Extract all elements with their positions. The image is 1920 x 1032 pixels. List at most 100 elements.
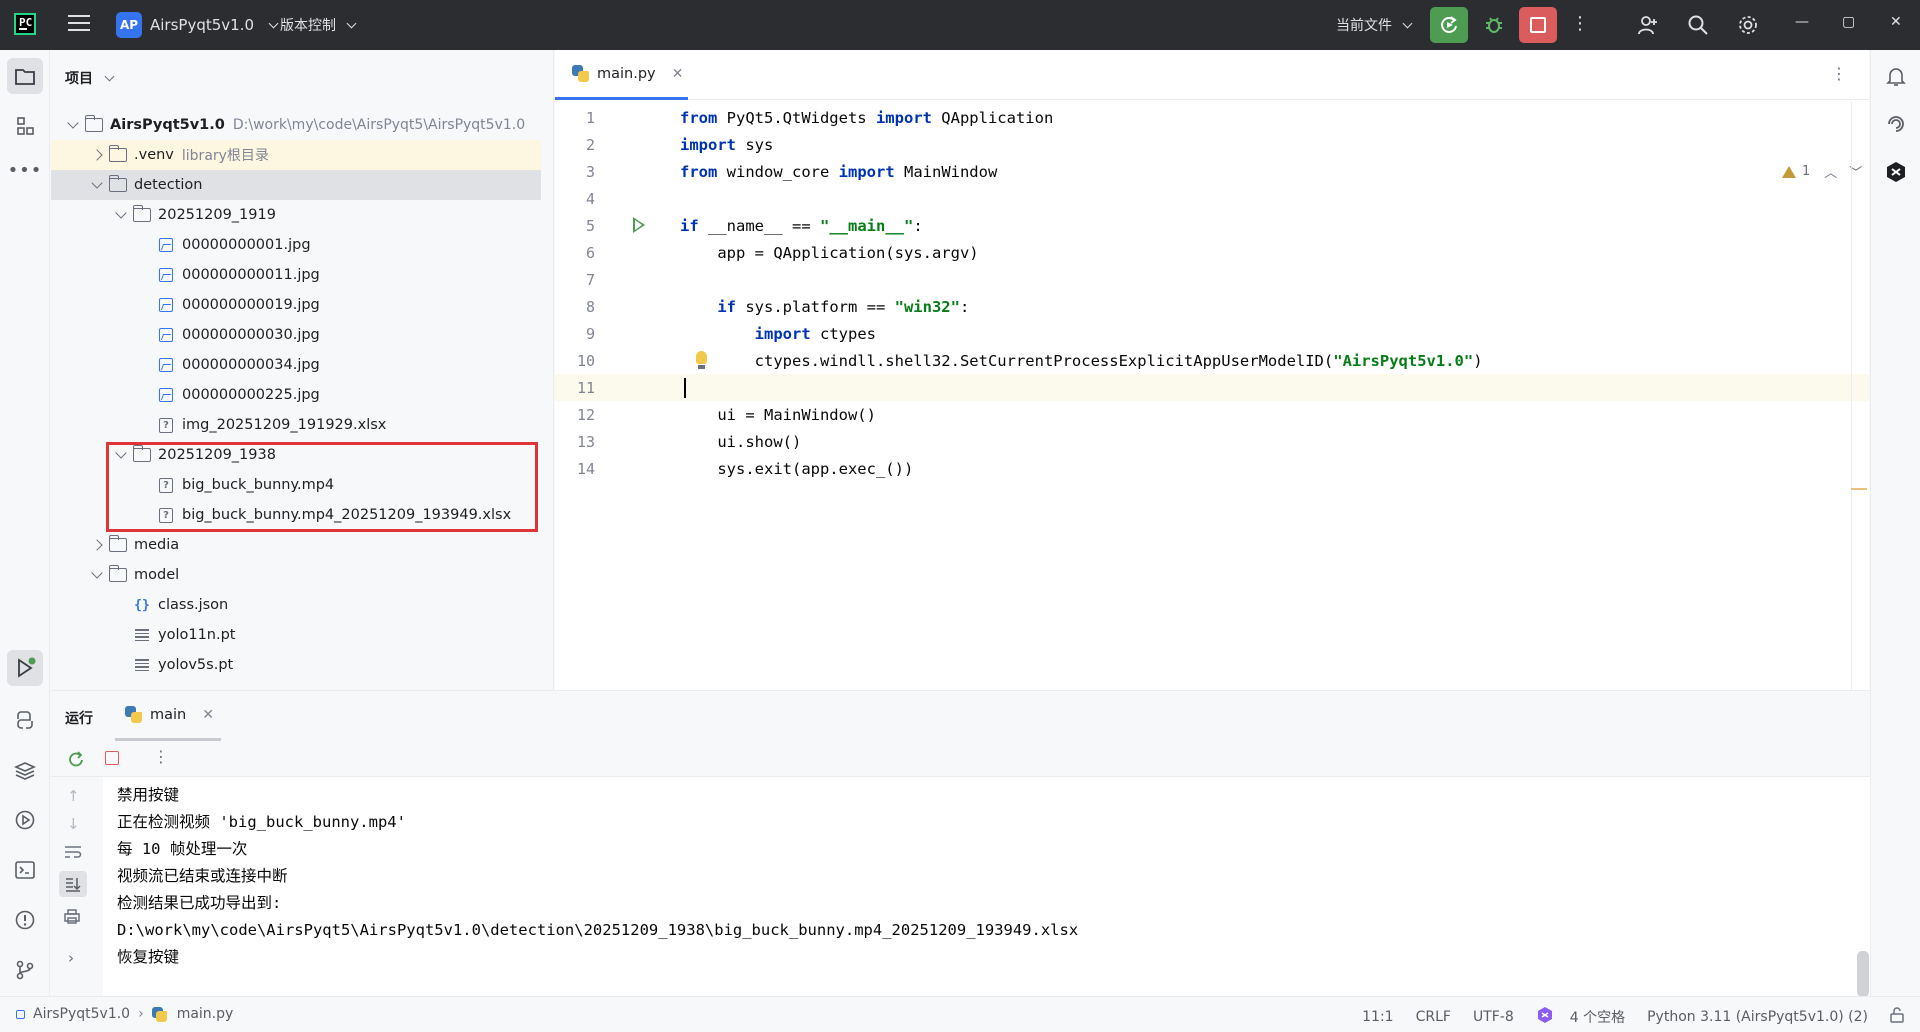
file-encoding[interactable]: UTF-8 xyxy=(1473,1009,1514,1025)
settings-gear-icon[interactable] xyxy=(1734,11,1762,39)
stop-icon[interactable] xyxy=(105,751,119,765)
tree-row-file[interactable]: ? img_20251209_191929.xlsx xyxy=(51,410,541,440)
maximize-window-button[interactable]: ▢ xyxy=(1842,14,1855,30)
code-line: 13 ui.show() xyxy=(555,428,1869,455)
more-actions-icon[interactable]: ⋮ xyxy=(1571,13,1589,34)
soft-wrap-icon[interactable] xyxy=(63,843,83,865)
tree-row-file[interactable]: 000000000034.jpg xyxy=(51,350,541,380)
tree-item-label: yolo11n.pt xyxy=(158,627,236,643)
python-console-icon[interactable] xyxy=(7,702,43,738)
editor-more-icon[interactable]: ⋮ xyxy=(1831,64,1847,83)
breadcrumb-project[interactable]: AirsPyqt5v1.0 xyxy=(33,1006,130,1022)
line-number: 11 xyxy=(576,378,595,397)
arrow-down-icon[interactable]: ↓ xyxy=(67,815,80,833)
left-tool-strip: ••• xyxy=(0,50,50,996)
text-file-icon xyxy=(133,627,151,643)
close-window-button[interactable]: ✕ xyxy=(1890,14,1902,30)
rerun-button[interactable] xyxy=(1430,7,1468,43)
python-interpreter[interactable]: Python 3.11 (AirsPyqt5v1.0) (2) xyxy=(1647,1009,1868,1025)
search-icon[interactable] xyxy=(1684,11,1712,39)
code-area[interactable]: 1 from PyQt5.QtWidgets import QApplicati… xyxy=(555,104,1869,690)
chevron-up-icon[interactable]: ︿ xyxy=(1824,162,1837,181)
ai-assistant-icon[interactable] xyxy=(1878,106,1914,142)
tab-main-py[interactable]: main.py ✕ xyxy=(555,50,688,100)
close-tab-icon[interactable]: ✕ xyxy=(202,707,214,723)
close-tab-icon[interactable]: ✕ xyxy=(672,66,684,82)
breadcrumb-file[interactable]: main.py xyxy=(177,1006,234,1022)
project-switcher[interactable]: AP AirsPyqt5v1.0 xyxy=(116,12,279,38)
chevron-right-icon[interactable]: › xyxy=(68,949,74,967)
ai-status-icon[interactable] xyxy=(1536,1006,1554,1028)
project-panel-header[interactable]: 项目 xyxy=(65,68,115,88)
tree-row-file[interactable]: ? big_buck_bunny.mp4 xyxy=(51,470,541,500)
more-tools-icon[interactable]: ••• xyxy=(7,152,43,188)
tree-row-model[interactable]: model xyxy=(51,560,541,590)
tree-row-file[interactable]: 000000000011.jpg xyxy=(51,260,541,290)
chevron-right-icon[interactable] xyxy=(89,537,105,553)
project-tool-button[interactable] xyxy=(7,58,43,94)
run-tool-button[interactable] xyxy=(7,650,43,686)
chevron-down-icon[interactable] xyxy=(89,567,105,583)
lock-icon[interactable] xyxy=(1890,1007,1904,1027)
tree-row-file[interactable]: 00000000001.jpg xyxy=(51,230,541,260)
tree-row-media[interactable]: media xyxy=(51,530,541,560)
tree-row-file[interactable]: ? big_buck_bunny.mp4_20251209_193949.xls… xyxy=(51,500,541,530)
run-gutter-icon[interactable] xyxy=(633,217,645,233)
minimize-window-button[interactable]: — xyxy=(1795,14,1809,30)
vcs-menu[interactable]: 版本控制 xyxy=(280,15,357,35)
git-branch-icon[interactable] xyxy=(7,952,43,988)
console-line: 恢复按键 xyxy=(117,948,180,966)
editor-scrollbar[interactable] xyxy=(1851,102,1852,690)
run-tab-main[interactable]: main ✕ xyxy=(115,691,221,741)
tree-row-venv[interactable]: .venv library根目录 xyxy=(51,140,541,170)
chevron-right-icon[interactable] xyxy=(89,147,105,163)
indent-setting[interactable]: 4 个空格 xyxy=(1570,1007,1625,1027)
intention-bulb-icon[interactable] xyxy=(696,351,707,369)
code-text: from PyQt5.QtWidgets import QApplication xyxy=(680,108,1054,127)
tree-row-folder-1938[interactable]: 20251209_1938 xyxy=(51,440,541,470)
tree-row-file[interactable]: 000000000030.jpg xyxy=(51,320,541,350)
notifications-bell-icon[interactable] xyxy=(1878,58,1914,94)
rerun-icon[interactable] xyxy=(67,750,85,772)
project-badge: AP xyxy=(116,12,142,38)
chevron-down-icon[interactable] xyxy=(89,177,105,193)
tree-row-file[interactable]: yolov5s.pt xyxy=(51,650,541,680)
more-actions-icon[interactable]: ⋮ xyxy=(153,747,169,766)
chevron-down-icon[interactable] xyxy=(65,117,81,133)
line-number: 2 xyxy=(585,135,595,154)
code-text: from window_core import MainWindow xyxy=(680,162,998,181)
arrow-up-icon[interactable]: ↑ xyxy=(67,787,80,805)
tree-row-detection[interactable]: detection xyxy=(51,170,541,200)
scrollbar-marker xyxy=(1851,488,1867,490)
debug-button[interactable] xyxy=(1476,7,1512,43)
copilot-icon[interactable] xyxy=(1878,154,1914,190)
add-user-icon[interactable] xyxy=(1634,11,1662,39)
problems-icon[interactable] xyxy=(7,902,43,938)
print-icon[interactable] xyxy=(63,907,81,929)
chevron-down-icon[interactable] xyxy=(113,447,129,463)
tree-row-file[interactable]: yolo11n.pt xyxy=(51,620,541,650)
main-menu-icon[interactable] xyxy=(68,15,90,33)
terminal-icon[interactable] xyxy=(7,852,43,888)
run-config-selector[interactable]: 当前文件 xyxy=(1336,15,1413,35)
services-icon[interactable] xyxy=(7,802,43,838)
code-line-current: 11 xyxy=(555,374,1869,401)
console-line: 正在检测视频 'big_buck_bunny.mp4' xyxy=(117,813,406,831)
python-packages-icon[interactable] xyxy=(7,752,43,788)
scroll-to-end-icon[interactable] xyxy=(59,871,87,897)
chevron-down-icon[interactable] xyxy=(113,207,129,223)
tree-row-file[interactable]: {} class.json xyxy=(51,590,541,620)
structure-tool-button[interactable] xyxy=(7,108,43,144)
tree-item-label: yolov5s.pt xyxy=(158,657,234,673)
caret-position[interactable]: 11:1 xyxy=(1362,1009,1393,1025)
tree-item-label: AirsPyqt5v1.0 xyxy=(110,117,225,133)
console-scrollbar[interactable] xyxy=(1857,951,1869,997)
stop-button[interactable] xyxy=(1519,7,1557,43)
tree-row-file[interactable]: 000000000225.jpg xyxy=(51,380,541,410)
console-output[interactable]: 禁用按键 正在检测视频 'big_buck_bunny.mp4' 每 10 帧处… xyxy=(117,782,1078,971)
line-separator[interactable]: CRLF xyxy=(1416,1009,1451,1025)
tree-row-folder-1919[interactable]: 20251209_1919 xyxy=(51,200,541,230)
run-panel-header: 运行 main ✕ xyxy=(51,691,1870,741)
tree-row-file[interactable]: 000000000019.jpg xyxy=(51,290,541,320)
tree-row-root[interactable]: AirsPyqt5v1.0 D:\work\my\code\AirsPyqt5\… xyxy=(51,110,541,140)
